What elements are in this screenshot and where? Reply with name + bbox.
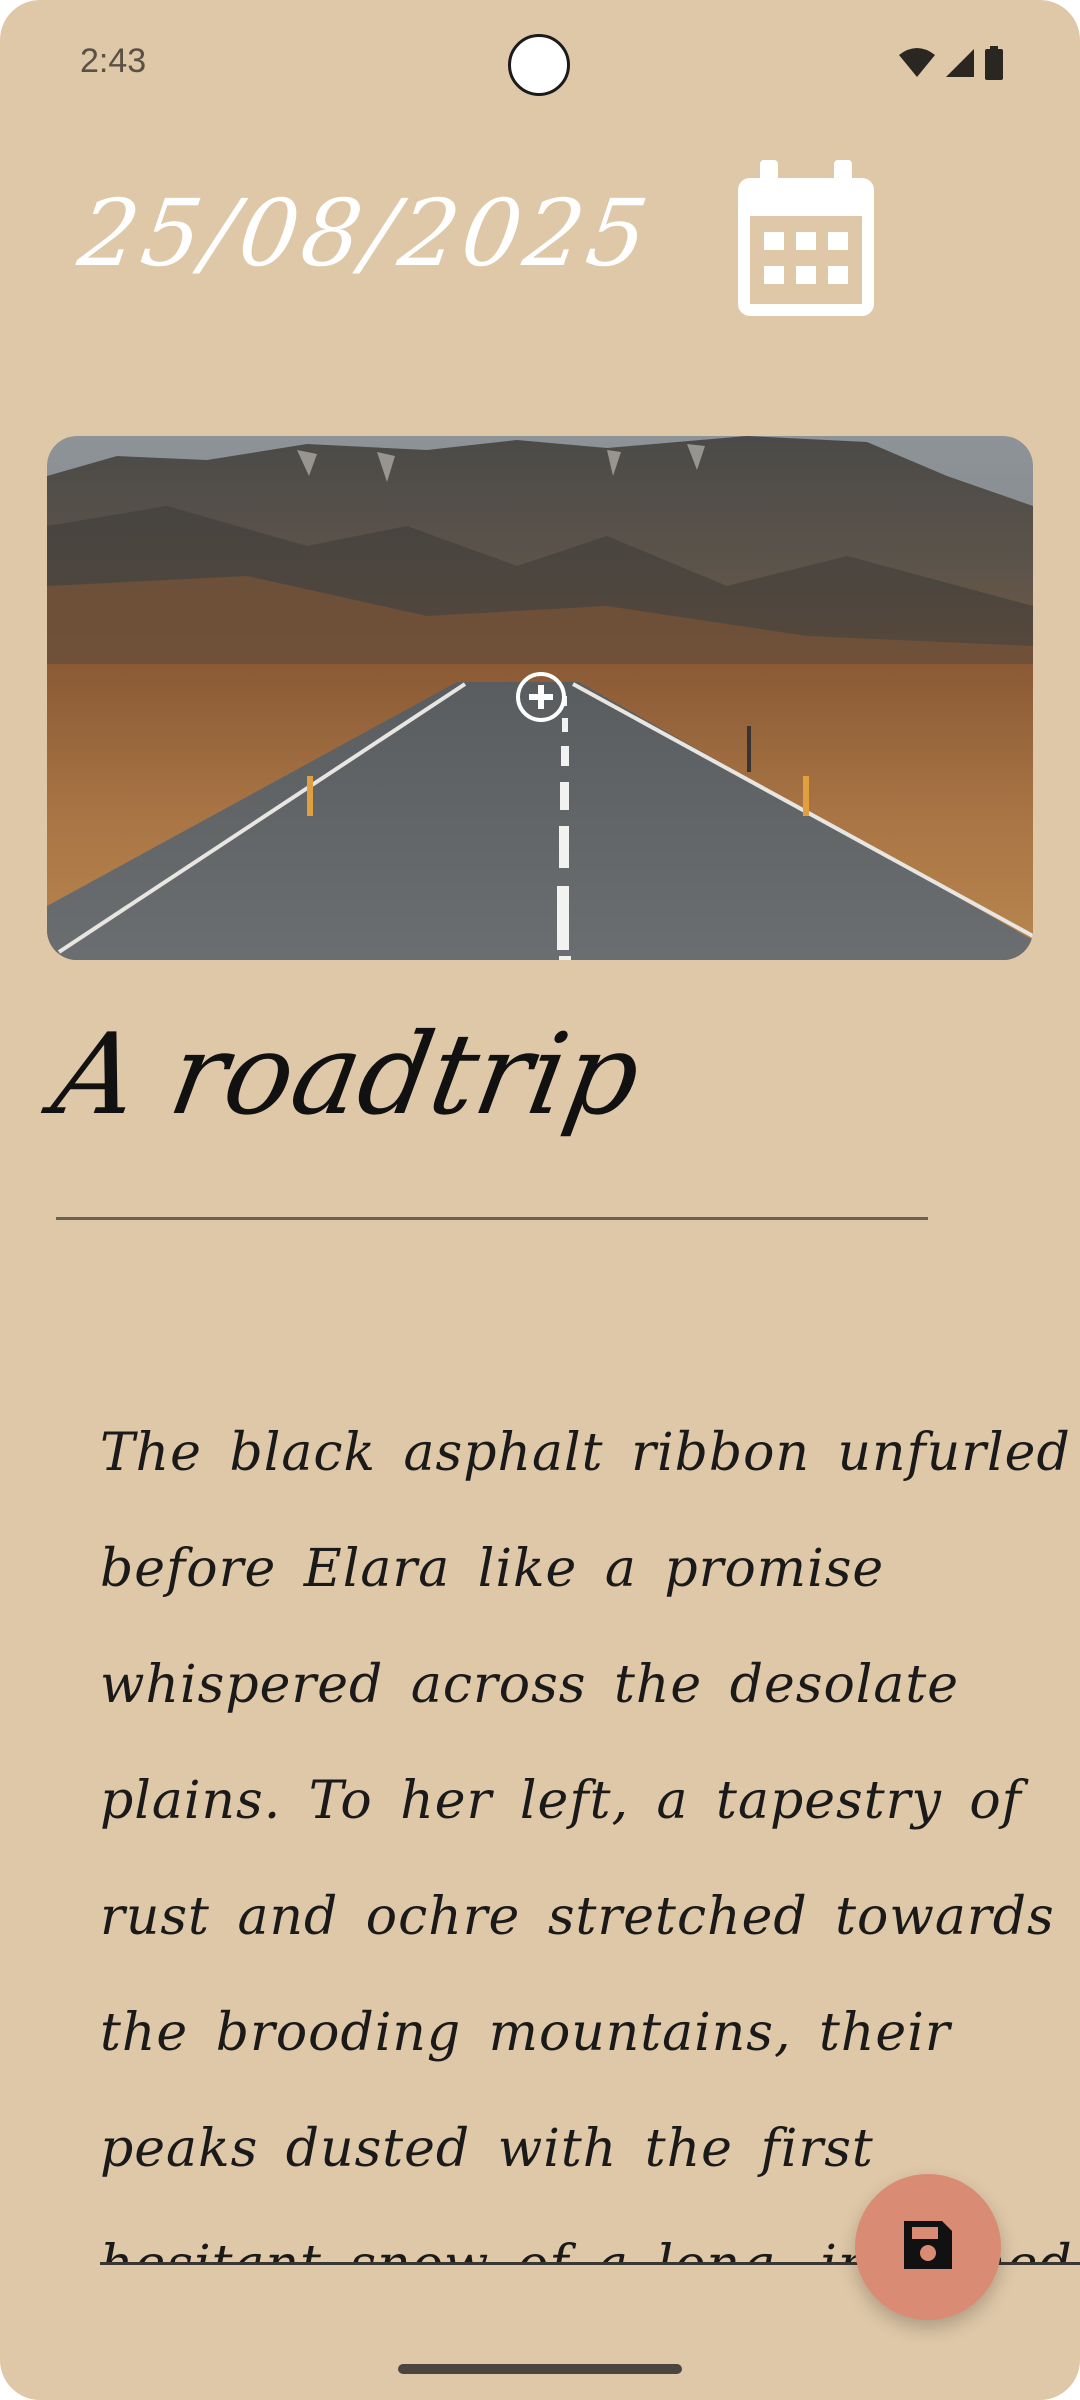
cell-signal-icon [944,47,976,79]
status-bar: 2:43 [0,0,1080,130]
save-floppy-icon [900,2217,956,2277]
gesture-nav-handle[interactable] [398,2364,682,2374]
camera-cutout [508,34,570,96]
wifi-icon [898,47,936,79]
entry-title[interactable]: A roadtrip [45,1010,650,1140]
entry-date[interactable]: 25/08/2025 [72,180,657,287]
status-icons [898,46,1004,80]
battery-icon [984,46,1004,80]
status-time: 2:43 [80,42,147,80]
save-button[interactable] [855,2174,1001,2320]
title-divider [56,1217,928,1220]
entry-body-text[interactable]: The black asphalt ribbon unfurled before… [100,1395,1080,2263]
add-circle-icon[interactable] [514,670,568,724]
journal-entry-screen: 2:43 25/08/2025 A roadtrip The black asp… [0,0,1080,2400]
calendar-icon[interactable] [736,160,876,318]
